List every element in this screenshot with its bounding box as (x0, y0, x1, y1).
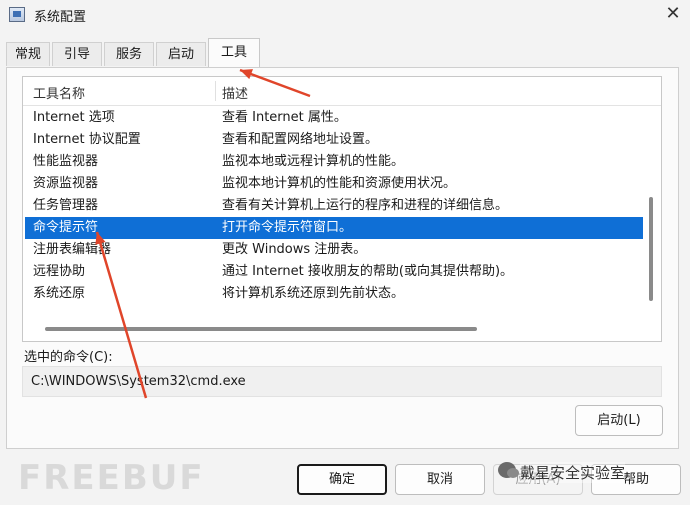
column-header-tool-name[interactable]: 工具名称 (33, 83, 85, 102)
tab-boot[interactable]: 引导 (52, 42, 102, 66)
tool-name-cell: Internet 协议配置 (33, 132, 141, 147)
tool-name-cell: 性能监视器 (33, 154, 99, 169)
list-row[interactable]: Internet 选项 查看 Internet 属性。 (25, 107, 643, 129)
tool-name-cell: 命令提示符 (33, 220, 99, 235)
list-row[interactable]: 系统还原 将计算机系统还原到先前状态。 (25, 283, 643, 305)
tool-description-cell: 监视本地或远程计算机的性能。 (222, 154, 405, 169)
ok-button[interactable]: 确定 (297, 464, 387, 495)
list-header: 工具名称 描述 (23, 77, 661, 106)
window-title: 系统配置 (34, 10, 87, 25)
vertical-scrollbar[interactable] (649, 197, 653, 301)
column-header-description[interactable]: 描述 (222, 83, 248, 102)
tab-services[interactable]: 服务 (104, 42, 154, 66)
cancel-button[interactable]: 取消 (395, 464, 485, 495)
lab-watermark: 戴星安全实验室 (520, 462, 626, 483)
close-icon[interactable]: ✕ (660, 2, 686, 26)
column-separator[interactable] (215, 81, 216, 101)
selected-command-field[interactable]: C:\WINDOWS\System32\cmd.exe (22, 366, 662, 397)
horizontal-scrollbar[interactable] (45, 327, 477, 331)
list-row[interactable]: 命令提示符 打开命令提示符窗口。 (25, 217, 643, 239)
selected-command-label: 选中的命令(C): (24, 350, 113, 365)
tool-name-cell: 系统还原 (33, 286, 86, 301)
tab-startup[interactable]: 启动 (156, 42, 206, 66)
msconfig-app-icon (9, 7, 25, 22)
tool-description-cell: 打开命令提示符窗口。 (222, 220, 353, 235)
tab-general[interactable]: 常规 (6, 42, 50, 66)
freebuf-watermark: FREEBUF (18, 458, 205, 498)
tool-description-cell: 监视本地计算机的性能和资源使用状况。 (222, 176, 457, 191)
tool-description-cell: 查看 Internet 属性。 (222, 110, 347, 125)
tool-description-cell: 将计算机系统还原到先前状态。 (222, 286, 405, 301)
list-row[interactable]: Internet 协议配置 查看和配置网络地址设置。 (25, 129, 643, 151)
list-row[interactable]: 资源监视器 监视本地计算机的性能和资源使用状况。 (25, 173, 643, 195)
tool-name-cell: Internet 选项 (33, 110, 115, 125)
tool-name-cell: 注册表编辑器 (33, 242, 112, 257)
tool-description-cell: 通过 Internet 接收朋友的帮助(或向其提供帮助)。 (222, 264, 514, 279)
wechat-icon (498, 462, 519, 478)
list-row[interactable]: 性能监视器 监视本地或远程计算机的性能。 (25, 151, 643, 173)
tab-tools[interactable]: 工具 (208, 38, 260, 68)
tool-description-cell: 查看和配置网络地址设置。 (222, 132, 379, 147)
tool-name-cell: 资源监视器 (33, 176, 99, 191)
list-row[interactable]: 任务管理器 查看有关计算机上运行的程序和进程的详细信息。 (25, 195, 643, 217)
tool-description-cell: 更改 Windows 注册表。 (222, 242, 367, 257)
tool-description-cell: 查看有关计算机上运行的程序和进程的详细信息。 (222, 198, 509, 213)
tool-name-cell: 远程协助 (33, 264, 86, 279)
tools-list[interactable]: 工具名称 描述 Internet 选项 查看 Internet 属性。 Intern… (22, 76, 662, 342)
title-bar: 系统配置 ✕ (0, 0, 690, 30)
launch-button[interactable]: 启动(L) (575, 405, 663, 436)
list-row[interactable]: 注册表编辑器 更改 Windows 注册表。 (25, 239, 643, 261)
list-row[interactable]: 远程协助 通过 Internet 接收朋友的帮助(或向其提供帮助)。 (25, 261, 643, 283)
tool-name-cell: 任务管理器 (33, 198, 99, 213)
